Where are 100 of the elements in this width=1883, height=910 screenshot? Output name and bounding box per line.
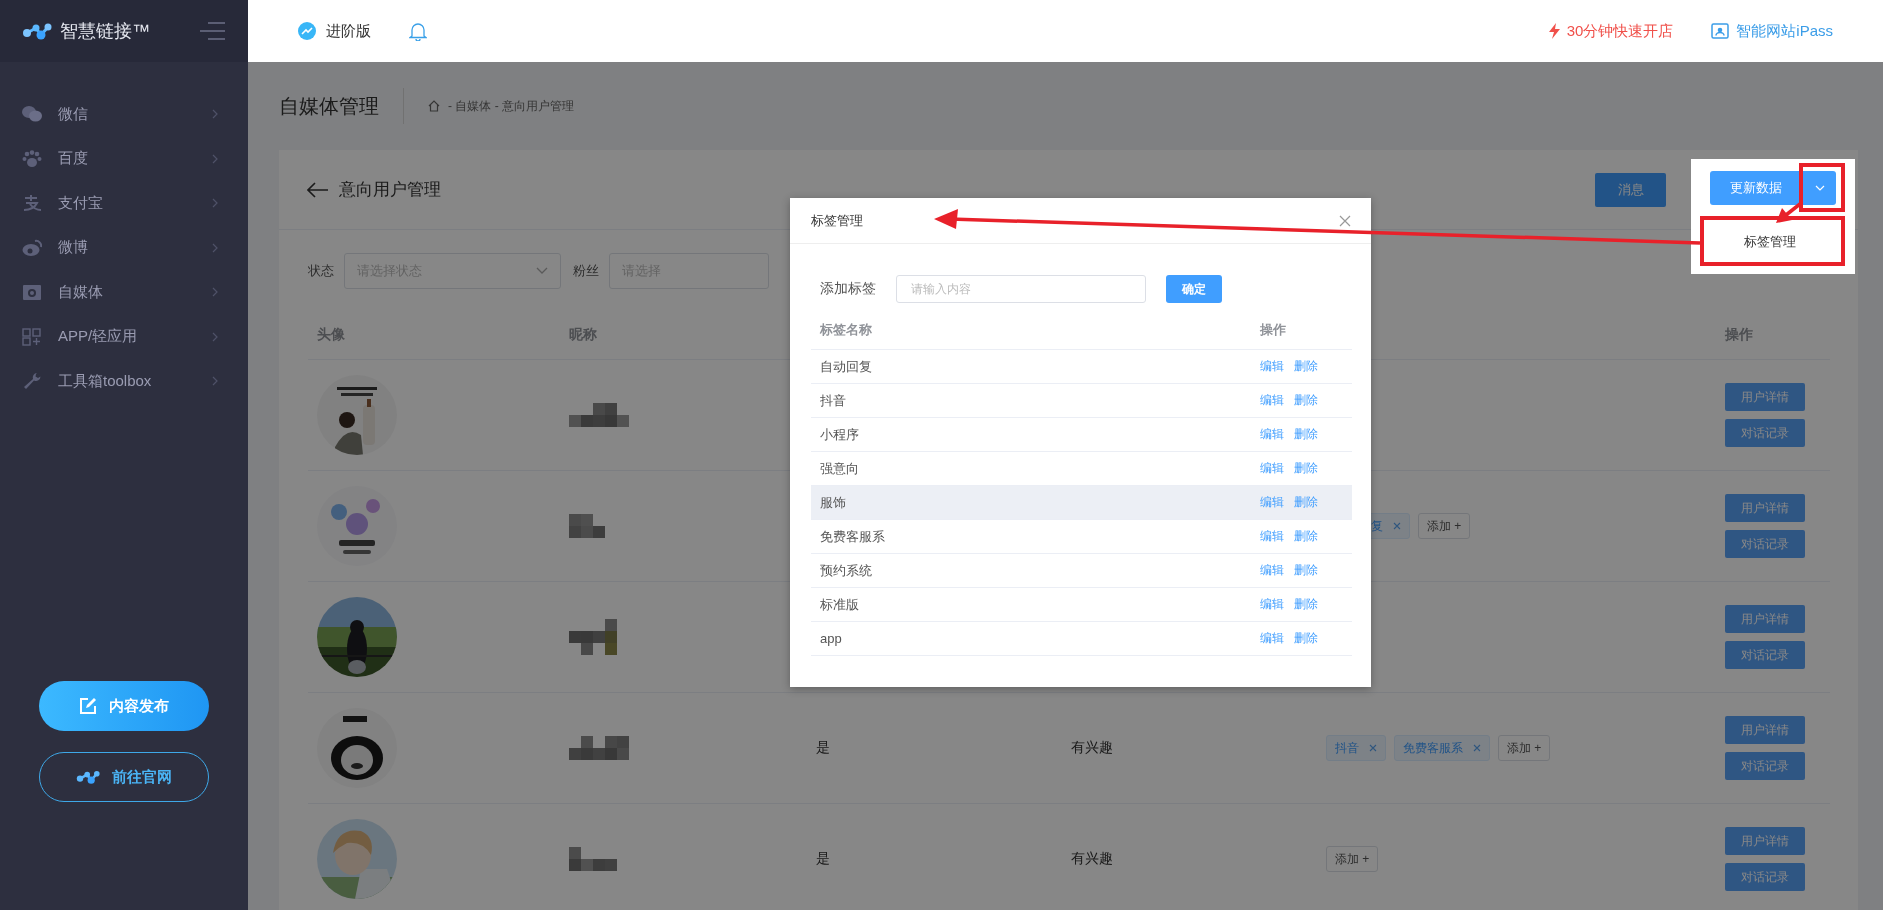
edit-link[interactable]: 编辑	[1260, 460, 1284, 477]
field-label: 添加标签	[820, 280, 877, 298]
table-cell: 是	[816, 739, 830, 757]
confirm-button[interactable]: 确定	[1166, 275, 1222, 303]
edit-link[interactable]: 编辑	[1260, 596, 1284, 613]
chat-log-button[interactable]: 对话记录	[1725, 530, 1805, 558]
delete-link[interactable]: 删除	[1294, 392, 1318, 409]
camera-icon	[22, 283, 42, 301]
breadcrumb: - 自媒体 - 意向用户管理	[448, 97, 574, 115]
tag[interactable]: 抖音	[1326, 735, 1386, 761]
add-tag-button[interactable]: 添加 +	[1326, 846, 1379, 872]
user-details-button[interactable]: 用户详情	[1725, 494, 1805, 522]
close-icon[interactable]	[1393, 522, 1401, 530]
tag-name: 小程序	[819, 425, 860, 444]
close-icon[interactable]	[1369, 744, 1377, 752]
delete-link[interactable]: 删除	[1294, 494, 1318, 511]
tag-name: 预约系统	[819, 561, 873, 580]
menu-item[interactable]: 标签管理	[1710, 225, 1830, 259]
caret-icon	[1814, 185, 1825, 191]
grid-icon	[22, 327, 42, 346]
back-arrow-icon[interactable]	[307, 181, 329, 198]
update-data-button[interactable]: 更新数据	[1710, 171, 1801, 205]
delete-link[interactable]: 删除	[1294, 528, 1318, 545]
delete-link[interactable]: 删除	[1294, 426, 1318, 443]
add-tag-button[interactable]: 添加 +	[1418, 513, 1471, 539]
pixelated-name	[569, 619, 617, 655]
dialog-title: 标签管理	[811, 211, 863, 230]
column-header: 操作	[1260, 321, 1286, 339]
delete-link[interactable]: 删除	[1294, 596, 1318, 613]
sidebar-item[interactable]: 支付宝	[0, 181, 248, 225]
plan-label: 进阶版	[326, 21, 371, 41]
table-cell: 有兴趣	[1071, 850, 1113, 868]
menu-icon[interactable]	[200, 22, 226, 40]
sidebar-item[interactable]: 微博	[0, 225, 248, 270]
delete-link[interactable]: 删除	[1294, 562, 1318, 579]
swirl-icon	[22, 238, 42, 257]
quick-store-link[interactable]: 30分钟快速开店	[1548, 21, 1674, 41]
dropdown-toggle[interactable]	[1803, 171, 1836, 205]
tag-name: 服饰	[819, 493, 847, 512]
edit-link[interactable]: 编辑	[1260, 426, 1284, 443]
sidebar-item[interactable]: APP/轻应用	[0, 314, 248, 359]
sidebar-item[interactable]: 自媒体	[0, 270, 248, 314]
card-title: 意向用户管理	[339, 179, 441, 201]
publish-button[interactable]: 内容发布	[39, 681, 209, 731]
logo-icon	[76, 769, 100, 785]
user-details-button[interactable]: 用户详情	[1725, 827, 1805, 855]
bell-icon[interactable]	[409, 21, 427, 41]
chevron-icon	[212, 153, 218, 164]
chat-log-button[interactable]: 对话记录	[1725, 641, 1805, 669]
trend-icon	[298, 22, 316, 40]
highlight-frame	[1799, 163, 1845, 212]
chevron-icon	[212, 198, 218, 208]
sidebar-item[interactable]: 微信	[0, 92, 248, 136]
close-icon[interactable]	[1339, 214, 1351, 227]
user-details-button[interactable]: 用户详情	[1725, 383, 1805, 411]
chat-log-button[interactable]: 对话记录	[1725, 863, 1805, 891]
pixelated-name	[569, 403, 629, 427]
chevron-icon	[212, 331, 218, 342]
chevron-icon	[212, 242, 218, 253]
delete-link[interactable]: 删除	[1294, 460, 1318, 477]
user-details-button[interactable]: 用户详情	[1725, 605, 1805, 633]
add-tag-button[interactable]: 添加 +	[1498, 735, 1551, 761]
tag-name: 标准版	[819, 595, 860, 614]
filter-label: 状态	[308, 262, 334, 280]
table-cell: 有兴趣	[1071, 739, 1113, 757]
paw-icon	[22, 149, 42, 168]
pixelated-name	[569, 736, 629, 760]
lightning-icon	[1548, 23, 1560, 39]
close-icon[interactable]	[1473, 744, 1481, 752]
home-icon[interactable]	[428, 100, 440, 112]
tag-name: 抖音	[819, 391, 847, 410]
user-details-button[interactable]: 用户详情	[1725, 716, 1805, 744]
chevron-icon	[212, 109, 218, 119]
edit-link[interactable]: 编辑	[1260, 494, 1284, 511]
message-button[interactable]: 消息	[1595, 172, 1666, 207]
tag-name: 自动回复	[819, 357, 873, 376]
chat-log-button[interactable]: 对话记录	[1725, 752, 1805, 780]
tag-name: 免费客服系	[819, 527, 886, 546]
caret-icon	[536, 267, 548, 275]
annotation-arrow	[1776, 202, 1802, 223]
profile-card-icon	[1711, 23, 1730, 39]
chevron-icon	[212, 287, 218, 297]
page-title: 自媒体管理	[279, 93, 379, 119]
edit-link[interactable]: 编辑	[1260, 562, 1284, 579]
website-link[interactable]: 智能网站iPass	[1711, 21, 1833, 41]
tag-input[interactable]: 请输入内容	[896, 275, 1146, 303]
tag[interactable]: 免费客服系	[1394, 735, 1490, 761]
logo-icon	[22, 21, 52, 41]
edit-link[interactable]: 编辑	[1260, 392, 1284, 409]
chat-log-button[interactable]: 对话记录	[1725, 419, 1805, 447]
delete-link[interactable]: 删除	[1294, 630, 1318, 647]
pay-icon	[22, 194, 42, 212]
website-button[interactable]: 前往官网	[39, 752, 209, 802]
edit-link[interactable]: 编辑	[1260, 630, 1284, 647]
edit-link[interactable]: 编辑	[1260, 528, 1284, 545]
edit-link[interactable]: 编辑	[1260, 358, 1284, 375]
delete-link[interactable]: 删除	[1294, 358, 1318, 375]
sidebar-item[interactable]: 工具箱toolbox	[0, 359, 248, 403]
sidebar-item[interactable]: 百度	[0, 136, 248, 181]
column-header: 操作	[1725, 326, 1753, 344]
